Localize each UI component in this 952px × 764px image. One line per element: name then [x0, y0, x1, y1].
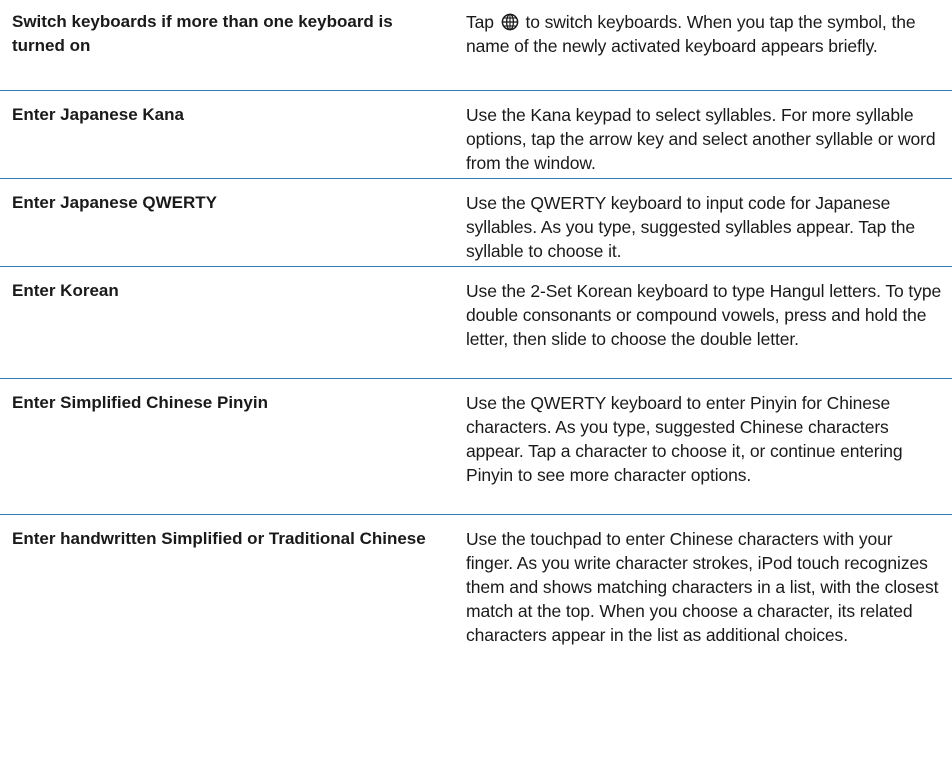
task-label: Enter Simplified Chinese Pinyin	[12, 393, 268, 412]
task-label: Switch keyboards if more than one keyboa…	[12, 12, 393, 55]
instructions-text-end: to switch keyboards. When you tap the sy…	[466, 12, 916, 56]
task-instructions: Use the 2-Set Korean keyboard to type Ha…	[466, 281, 942, 349]
instructions-text-start: Tap	[466, 12, 499, 32]
task-instructions: Tap to switch keyboards. When you tap th…	[466, 10, 952, 90]
table-row: Enter Korean Use the 2-Set Korean keyboa…	[0, 267, 952, 379]
task-label: Enter handwritten Simplified or Traditio…	[12, 529, 426, 548]
table-row: Enter handwritten Simplified or Traditio…	[0, 515, 952, 764]
task-instructions: Use the touchpad to enter Chinese charac…	[466, 529, 939, 645]
task-label: Enter Japanese QWERTY	[12, 193, 218, 212]
task-instructions: Use the QWERTY keyboard to input code fo…	[466, 193, 916, 261]
table-row: Enter Japanese QWERTY Use the QWERTY key…	[0, 179, 952, 267]
task-instructions: Use the Kana keypad to select syllables.…	[466, 105, 936, 173]
task-instructions: Use the QWERTY keyboard to enter Pinyin …	[466, 393, 903, 485]
globe-icon	[501, 13, 519, 31]
table-row: Enter Japanese Kana Use the Kana keypad …	[0, 91, 952, 179]
table-row: Switch keyboards if more than one keyboa…	[0, 0, 952, 91]
table-row: Enter Simplified Chinese Pinyin Use the …	[0, 379, 952, 515]
keyboard-instructions-table: Switch keyboards if more than one keyboa…	[0, 0, 952, 764]
task-label: Enter Japanese Kana	[12, 105, 184, 124]
task-label: Enter Korean	[12, 281, 119, 300]
